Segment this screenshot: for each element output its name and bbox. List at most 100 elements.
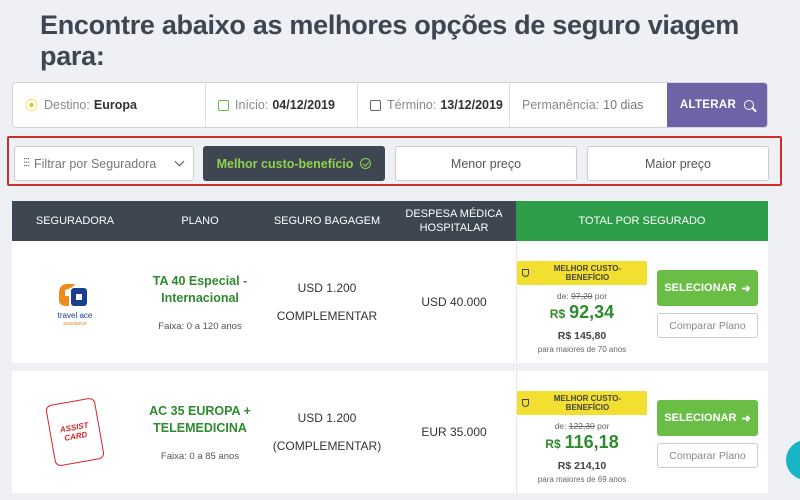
select-label: SELECIONAR xyxy=(664,282,737,294)
total-cell: MELHOR CUSTO-BENEFÍCIO de: 97,20 por R$ … xyxy=(516,241,768,363)
alter-label: ALTERAR xyxy=(679,99,737,111)
start-date-value: 04/12/2019 xyxy=(272,98,335,112)
search-icon xyxy=(744,100,755,110)
sort-best-value-button[interactable]: Melhor custo-benefício xyxy=(203,146,385,181)
baggage-amount: USD 1.200 xyxy=(297,281,357,295)
sort-lowest-label: Menor preço xyxy=(450,156,522,171)
plan-cell: TA 40 Especial - Internacional Faixa: 0 … xyxy=(138,241,262,363)
table-row: ASSIST CARD AC 35 EUROPA + TELEMEDICINA … xyxy=(12,371,768,493)
sort-lowest-price-button[interactable]: Menor preço xyxy=(395,146,577,181)
sort-filter-bar: ⫶⫶⫶ Filtrar por Seguradora Melhor custo-… xyxy=(7,136,782,186)
calendar-icon xyxy=(218,99,229,111)
insurer-filter-label: Filtrar por Seguradora xyxy=(34,156,157,171)
column-header-baggage: SEGURO BAGAGEM xyxy=(262,201,392,241)
duration-field: Permanência: 10 dias xyxy=(510,83,664,127)
medical-cell: EUR 35.000 xyxy=(392,371,516,493)
price-amount: 116,18 xyxy=(564,431,619,452)
senior-price-note: para maiores de 69 anos xyxy=(537,474,627,484)
compare-plan-button[interactable]: Comparar Plano xyxy=(657,443,758,468)
insurer-logo-cell: ASSIST CARD xyxy=(12,371,138,493)
start-date-label: Início: xyxy=(235,98,269,112)
end-date-value: 13/12/2019 xyxy=(440,98,503,112)
start-date-field[interactable]: Início: 04/12/2019 xyxy=(206,83,358,127)
senior-price: R$ 214,10 xyxy=(557,459,607,472)
baggage-type: COMPLEMENTAR xyxy=(276,309,378,323)
logo-text-main: travel ace xyxy=(58,311,93,320)
plan-cell: AC 35 EUROPA + TELEMEDICINA Faixa: 0 a 8… xyxy=(138,371,262,493)
search-bar: ⦿ Destino: Europa Início: 04/12/2019 Tér… xyxy=(12,82,768,128)
original-price-prefix: de: xyxy=(554,420,567,431)
compare-plan-button[interactable]: Comparar Plano xyxy=(657,313,758,338)
sort-highest-label: Maior preço xyxy=(645,156,711,171)
best-value-badge: MELHOR CUSTO-BENEFÍCIO xyxy=(517,390,647,415)
destination-label: Destino: xyxy=(44,98,90,112)
destination-value: Europa xyxy=(93,98,137,112)
destination-field[interactable]: ⦿ Destino: Europa xyxy=(13,83,206,127)
plan-age-range: Faixa: 0 a 85 anos xyxy=(160,450,240,462)
column-header-plan: PLANO xyxy=(138,201,262,241)
baggage-amount: USD 1.200 xyxy=(297,411,357,425)
plan-name: AC 35 EUROPA + TELEMEDICINA xyxy=(149,403,251,435)
select-label: SELECIONAR xyxy=(664,412,737,424)
table-header: SEGURADORA PLANO SEGURO BAGAGEM DESPESA … xyxy=(12,201,768,241)
map-pin-icon: ⦿ xyxy=(25,97,39,113)
column-header-medical: DESPESA MÉDICA HOSPITALAR xyxy=(392,201,516,241)
end-date-field[interactable]: Término: 13/12/2019 xyxy=(358,83,510,127)
check-circle-icon xyxy=(360,158,372,169)
duration-label: Permanência: xyxy=(522,98,600,112)
original-price-value: 122,30 xyxy=(568,420,595,431)
medical-amount: USD 40.000 xyxy=(421,295,487,309)
price-block: MELHOR CUSTO-BENEFÍCIO de: 97,20 por R$ … xyxy=(517,251,647,354)
price-block: MELHOR CUSTO-BENEFÍCIO de: 122,30 por R$… xyxy=(517,381,647,484)
sort-best-label: Melhor custo-benefício xyxy=(216,156,354,171)
original-price: de: 122,30 por xyxy=(555,421,610,431)
medical-amount: EUR 35.000 xyxy=(421,425,487,439)
arrow-right-icon: ➜ xyxy=(741,412,751,425)
badge-label: MELHOR CUSTO-BENEFÍCIO xyxy=(553,393,622,412)
senior-price: R$ 145,80 xyxy=(557,329,607,342)
select-button[interactable]: SELECIONAR ➜ xyxy=(657,400,758,436)
currency: R$ xyxy=(549,306,566,321)
best-value-badge: MELHOR CUSTO-BENEFÍCIO xyxy=(517,260,647,285)
select-button[interactable]: SELECIONAR ➜ xyxy=(657,270,758,306)
senior-price-note: para maiores de 70 anos xyxy=(537,344,627,354)
arrow-right-icon: ➜ xyxy=(741,282,751,295)
trophy-icon xyxy=(522,268,529,277)
action-column: SELECIONAR ➜ Comparar Plano xyxy=(657,266,758,338)
current-price: R$ 92,34 xyxy=(550,302,614,323)
original-price-value: 97,20 xyxy=(571,290,593,301)
sort-highest-price-button[interactable]: Maior preço xyxy=(587,146,769,181)
alter-search-button[interactable]: ALTERAR xyxy=(667,83,767,127)
original-price-suffix: por xyxy=(594,290,608,301)
sliders-icon: ⫶⫶⫶ xyxy=(23,156,30,170)
trophy-icon xyxy=(522,398,529,407)
price-amount: 92,34 xyxy=(569,301,615,322)
baggage-type: (COMPLEMENTAR) xyxy=(272,439,382,453)
action-column: SELECIONAR ➜ Comparar Plano xyxy=(657,396,758,468)
assist-card-logo: ASSIST CARD xyxy=(44,397,106,467)
original-price-suffix: por xyxy=(597,420,610,431)
chat-icon[interactable] xyxy=(786,440,800,480)
baggage-cell: USD 1.200 COMPLEMENTAR xyxy=(262,241,392,363)
travel-ace-logo: travel ace assistance xyxy=(47,274,103,330)
end-date-label: Término: xyxy=(387,98,437,112)
logo-text-sub: assistance xyxy=(63,321,87,327)
insurer-filter-select[interactable]: ⫶⫶⫶ Filtrar por Seguradora xyxy=(14,146,194,181)
original-price: de: 97,20 por xyxy=(557,291,607,301)
original-price-prefix: de: xyxy=(556,290,569,301)
page-title: Encontre abaixo as melhores opções de se… xyxy=(40,10,739,71)
currency: R$ xyxy=(545,436,561,451)
current-price: R$ 116,18 xyxy=(545,432,618,453)
calendar-icon xyxy=(370,99,381,111)
column-header-insurer: SEGURADORA xyxy=(12,201,138,241)
total-cell: MELHOR CUSTO-BENEFÍCIO de: 122,30 por R$… xyxy=(516,371,768,493)
baggage-cell: USD 1.200 (COMPLEMENTAR) xyxy=(262,371,392,493)
column-header-total: TOTAL POR SEGURADO xyxy=(516,201,768,241)
duration-value: 10 dias xyxy=(603,98,644,112)
plan-name: TA 40 Especial - Internacional xyxy=(152,273,248,305)
plan-age-range: Faixa: 0 a 120 anos xyxy=(158,320,242,332)
badge-label: MELHOR CUSTO-BENEFÍCIO xyxy=(553,263,622,282)
chevron-down-icon xyxy=(174,156,185,167)
table-row: travel ace assistance TA 40 Especial - I… xyxy=(12,241,768,363)
insurer-logo-cell: travel ace assistance xyxy=(12,241,138,363)
